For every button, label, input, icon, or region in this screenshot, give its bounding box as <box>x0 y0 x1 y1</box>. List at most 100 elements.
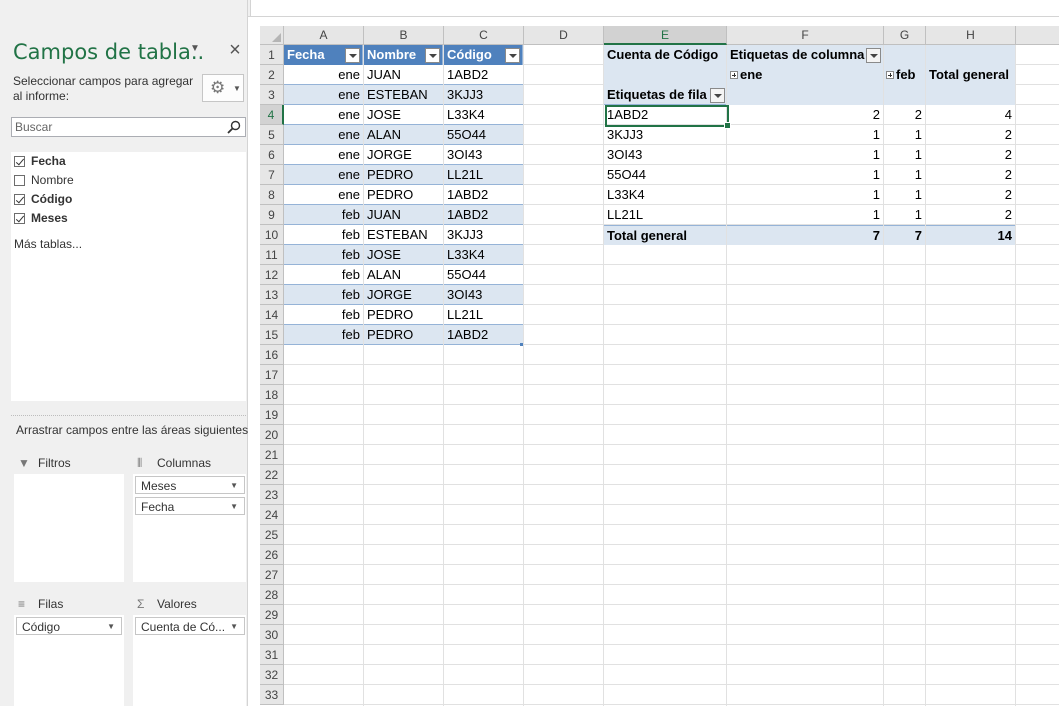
row-header-17[interactable]: 17 <box>260 365 284 385</box>
table-cell-codigo[interactable]: 55O44 <box>444 125 523 145</box>
row-header-28[interactable]: 28 <box>260 585 284 605</box>
pivot-value-ene[interactable]: 1 <box>727 165 883 185</box>
table-cell-fecha[interactable]: ene <box>284 65 363 85</box>
field-item-fecha[interactable]: Fecha <box>14 154 66 172</box>
table-cell-codigo[interactable]: 1ABD2 <box>444 65 523 85</box>
pivot-value-ene[interactable]: 1 <box>727 145 883 165</box>
row-header-7[interactable]: 7 <box>260 165 284 185</box>
values-area[interactable]: Cuenta de Có... ▼ <box>133 615 246 706</box>
column-header-f[interactable]: F <box>727 26 884 45</box>
table-cell-fecha[interactable]: feb <box>284 225 363 245</box>
pivot-row-label[interactable]: 3OI43 <box>604 145 726 165</box>
checkbox-checked[interactable] <box>14 156 25 167</box>
table-cell-nombre[interactable]: ALAN <box>364 125 443 145</box>
row-labels-filter-button[interactable] <box>710 88 725 103</box>
table-cell-nombre[interactable]: JUAN <box>364 205 443 225</box>
filter-dropdown-button[interactable] <box>505 48 520 63</box>
search-input[interactable]: Buscar <box>11 117 246 137</box>
active-cell[interactable] <box>605 105 731 129</box>
columns-area[interactable]: Meses ▼ Fecha ▼ <box>133 474 246 582</box>
column-header-g[interactable]: G <box>884 26 926 45</box>
row-header-2[interactable]: 2 <box>260 65 284 85</box>
pivot-header-band[interactable] <box>727 85 883 105</box>
pivot-value-feb[interactable]: 1 <box>884 185 925 205</box>
row-header-16[interactable]: 16 <box>260 345 284 365</box>
row-header-20[interactable]: 20 <box>260 425 284 445</box>
table-cell-nombre[interactable]: ESTEBAN <box>364 225 443 245</box>
expand-icon[interactable] <box>730 71 738 79</box>
pivot-header-band[interactable] <box>926 45 1015 65</box>
expand-icon[interactable] <box>886 71 894 79</box>
column-header-c[interactable]: C <box>444 26 524 45</box>
table-cell-nombre[interactable]: JORGE <box>364 285 443 305</box>
pivot-value-ene[interactable]: 1 <box>727 185 883 205</box>
table-cell-codigo[interactable]: 3OI43 <box>444 145 523 165</box>
field-item-meses[interactable]: Meses <box>14 211 68 229</box>
table-cell-nombre[interactable]: JOSE <box>364 245 443 265</box>
row-header-1[interactable]: 1 <box>260 45 284 65</box>
column-header-e[interactable]: E <box>604 26 727 45</box>
table-cell-nombre[interactable]: JORGE <box>364 145 443 165</box>
filter-dropdown-button[interactable] <box>425 48 440 63</box>
row-header-3[interactable]: 3 <box>260 85 284 105</box>
table-resize-handle[interactable] <box>520 343 523 346</box>
table-cell-fecha[interactable]: ene <box>284 85 363 105</box>
column-header-partial[interactable] <box>1016 26 1059 45</box>
row-header-5[interactable]: 5 <box>260 125 284 145</box>
pivot-value-total[interactable]: 2 <box>926 165 1015 185</box>
row-header-30[interactable]: 30 <box>260 625 284 645</box>
table-cell-nombre[interactable]: PEDRO <box>364 305 443 325</box>
columns-field-meses[interactable]: Meses ▼ <box>135 476 245 494</box>
row-header-23[interactable]: 23 <box>260 485 284 505</box>
pivot-value-feb[interactable]: 2 <box>884 105 925 125</box>
pivot-value-feb[interactable]: 1 <box>884 205 925 225</box>
pivot-value-ene[interactable]: 1 <box>727 205 883 225</box>
table-header-fecha[interactable]: Fecha <box>284 45 363 65</box>
pivot-value-feb[interactable]: 1 <box>884 165 925 185</box>
row-header-24[interactable]: 24 <box>260 505 284 525</box>
table-cell-fecha[interactable]: feb <box>284 285 363 305</box>
row-header-4[interactable]: 4 <box>260 105 284 125</box>
row-header-11[interactable]: 11 <box>260 245 284 265</box>
row-header-8[interactable]: 8 <box>260 185 284 205</box>
pivot-value-total[interactable]: 2 <box>926 125 1015 145</box>
table-cell-nombre[interactable]: JOSE <box>364 105 443 125</box>
row-header-12[interactable]: 12 <box>260 265 284 285</box>
field-item-nombre[interactable]: Nombre <box>14 173 74 191</box>
chevron-down-icon[interactable]: ▼ <box>230 481 238 490</box>
pivot-value-label[interactable]: Cuenta de Código <box>604 45 726 65</box>
pivot-header-band[interactable] <box>884 45 925 65</box>
spreadsheet-grid[interactable]: ABCDEFGH 1 2 3 4 5 6 7 8 9 10 11 12 13 14 15 16 17 18 19 20… <box>248 17 1059 706</box>
checkbox-checked[interactable] <box>14 194 25 205</box>
row-header-19[interactable]: 19 <box>260 405 284 425</box>
filter-dropdown-button[interactable] <box>345 48 360 63</box>
table-cell-fecha[interactable]: ene <box>284 165 363 185</box>
tools-button[interactable]: ⚙ ▼ <box>202 74 244 102</box>
table-cell-nombre[interactable]: PEDRO <box>364 185 443 205</box>
row-header-15[interactable]: 15 <box>260 325 284 345</box>
table-cell-codigo[interactable]: L33K4 <box>444 105 523 125</box>
pivot-value-total[interactable]: 2 <box>926 145 1015 165</box>
formula-bar[interactable] <box>250 0 1059 16</box>
table-cell-codigo[interactable]: 3OI43 <box>444 285 523 305</box>
pivot-row-label[interactable]: 55O44 <box>604 165 726 185</box>
chevron-down-icon[interactable]: ▼ <box>230 502 238 511</box>
row-header-33[interactable]: 33 <box>260 685 284 705</box>
column-header-h[interactable]: H <box>926 26 1016 45</box>
table-cell-fecha[interactable]: ene <box>284 145 363 165</box>
select-all-button[interactable] <box>260 26 284 45</box>
table-cell-codigo[interactable]: 1ABD2 <box>444 185 523 205</box>
table-cell-codigo[interactable]: 3KJJ3 <box>444 225 523 245</box>
chevron-down-icon[interactable]: ▼ <box>107 622 115 631</box>
row-header-25[interactable]: 25 <box>260 525 284 545</box>
pivot-header-band[interactable] <box>604 65 726 85</box>
table-cell-fecha[interactable]: ene <box>284 185 363 205</box>
pivot-row-labels[interactable]: Etiquetas de fila <box>604 85 726 105</box>
values-field-cuenta-codigo[interactable]: Cuenta de Có... ▼ <box>135 617 245 635</box>
row-header-10[interactable]: 10 <box>260 225 284 245</box>
table-cell-codigo[interactable]: 55O44 <box>444 265 523 285</box>
table-cell-fecha[interactable]: ene <box>284 125 363 145</box>
table-cell-codigo[interactable]: 1ABD2 <box>444 325 523 345</box>
row-header-29[interactable]: 29 <box>260 605 284 625</box>
pivot-grand-total-ene[interactable]: 7 <box>727 225 883 245</box>
